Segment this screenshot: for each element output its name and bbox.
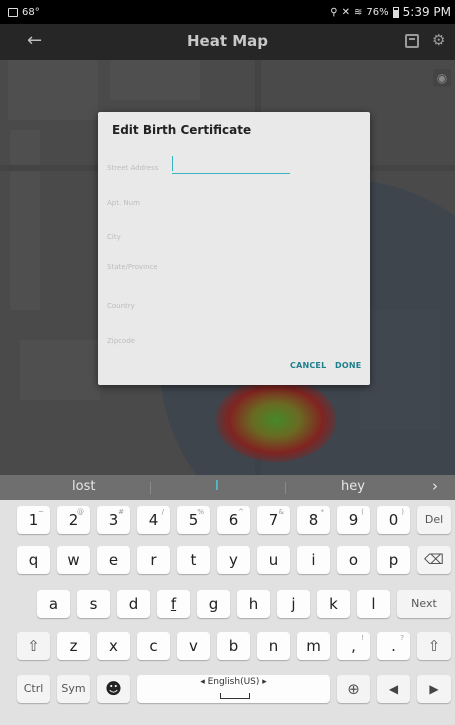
key-v[interactable]: v <box>177 632 210 660</box>
key-3[interactable]: 3 # <box>97 506 130 534</box>
gallery-notification-icon <box>8 7 18 17</box>
key-n[interactable]: n <box>257 632 290 660</box>
language-label: ◂ English(US) ▸ <box>200 677 267 687</box>
key-s[interactable]: s <box>77 590 110 618</box>
key-comma[interactable]: ,! <box>337 632 370 660</box>
wifi-icon: ≋ <box>354 6 363 18</box>
globe-icon[interactable]: ⊕ <box>337 675 370 703</box>
zipcode-field[interactable]: Zipcode <box>107 337 135 345</box>
apt-num-field[interactable]: Apt. Num <box>107 199 140 207</box>
suggestion-middle[interactable]: I <box>215 479 219 494</box>
key-z[interactable]: z <box>57 632 90 660</box>
battery-percent: 76% <box>366 6 389 18</box>
space-bar-icon <box>220 693 250 699</box>
my-location-icon[interactable]: ◉ <box>433 69 451 87</box>
mute-icon: ✕ <box>341 6 351 18</box>
key-e[interactable]: e <box>97 546 130 574</box>
suggestion-divider <box>150 482 151 494</box>
cursor-left-key[interactable]: ◀ <box>377 675 410 703</box>
key-d[interactable]: d <box>117 590 150 618</box>
key-0[interactable]: 0) <box>377 506 410 534</box>
text-cursor <box>172 156 173 171</box>
state-province-field[interactable]: State/Province <box>107 263 158 271</box>
key-w[interactable]: w <box>57 546 90 574</box>
temperature-text: 68° <box>22 6 40 18</box>
key-1[interactable]: 1 ~ <box>17 506 50 534</box>
suggestion-right[interactable]: hey <box>341 479 365 494</box>
key-f[interactable]: f <box>157 590 190 618</box>
battery-icon <box>392 6 399 18</box>
edit-birth-certificate-dialog: Edit Birth Certificate Street Address Ap… <box>98 112 370 385</box>
gear-icon[interactable]: ⚙ <box>432 31 445 49</box>
key-m[interactable]: m <box>297 632 330 660</box>
map-block <box>20 340 100 400</box>
key-k[interactable]: k <box>317 590 350 618</box>
key-7[interactable]: 7 & <box>257 506 290 534</box>
app-bar: ← Heat Map ⚙ <box>0 24 455 60</box>
map-block <box>110 60 200 100</box>
key-x[interactable]: x <box>97 632 130 660</box>
ctrl-key[interactable]: Ctrl <box>17 675 50 703</box>
sym-key[interactable]: Sym <box>57 675 90 703</box>
key-g[interactable]: g <box>197 590 230 618</box>
key-q[interactable]: q <box>17 546 50 574</box>
suggestion-expand-icon[interactable]: › <box>432 477 438 495</box>
key-j[interactable]: j <box>277 590 310 618</box>
key-5[interactable]: 5% <box>177 506 210 534</box>
location-icon: ⚲ <box>330 6 338 18</box>
key-h[interactable]: h <box>237 590 270 618</box>
street-address-input[interactable] <box>172 158 290 174</box>
key-a[interactable]: a <box>37 590 70 618</box>
key-period[interactable]: .? <box>377 632 410 660</box>
clock: 5:39 PM <box>402 5 451 19</box>
key-2[interactable]: 2 @ <box>57 506 90 534</box>
cancel-button[interactable]: CANCEL <box>290 361 326 370</box>
delete-key[interactable]: Del <box>417 506 451 534</box>
map-block <box>10 130 40 310</box>
dialog-title: Edit Birth Certificate <box>112 123 252 137</box>
suggestion-bar: lost I hey › <box>0 475 455 500</box>
street-address-label: Street Address <box>107 164 159 172</box>
key-u[interactable]: u <box>257 546 290 574</box>
suggestion-divider <box>285 482 286 494</box>
key-4[interactable]: 4/ <box>137 506 170 534</box>
key-9[interactable]: 9( <box>337 506 370 534</box>
cursor-right-key[interactable]: ▶ <box>417 675 451 703</box>
city-field[interactable]: City <box>107 233 121 241</box>
done-button[interactable]: DONE <box>335 361 361 370</box>
suggestion-left[interactable]: lost <box>72 479 95 494</box>
key-l[interactable]: l <box>357 590 390 618</box>
key-y[interactable]: y <box>217 546 250 574</box>
emoji-icon[interactable]: ☻ <box>97 675 130 703</box>
key-o[interactable]: o <box>337 546 370 574</box>
heat-spot <box>216 378 336 462</box>
next-key[interactable]: Next <box>397 590 451 618</box>
key-p[interactable]: p <box>377 546 410 574</box>
save-icon[interactable] <box>405 34 419 48</box>
key-b[interactable]: b <box>217 632 250 660</box>
country-field[interactable]: Country <box>107 302 135 310</box>
key-t[interactable]: t <box>177 546 210 574</box>
page-title: Heat Map <box>186 32 269 50</box>
map-block <box>8 60 98 120</box>
space-key[interactable]: ◂ English(US) ▸ <box>137 675 330 703</box>
key-8[interactable]: 8 * <box>297 506 330 534</box>
backspace-key[interactable]: ⌫ <box>417 546 451 574</box>
shift-left-key[interactable]: ⇧ <box>17 632 50 660</box>
shift-right-key[interactable]: ⇧ <box>417 632 451 660</box>
key-i[interactable]: i <box>297 546 330 574</box>
key-r[interactable]: r <box>137 546 170 574</box>
key-c[interactable]: c <box>137 632 170 660</box>
status-bar: 68° ⚲ ✕ ≋ 76% 5:39 PM <box>0 0 455 24</box>
key-6[interactable]: 6 ^ <box>217 506 250 534</box>
soft-keyboard: lost I hey › 1 ~ 2 @ 3 # 4/ 5% 6 ^ 7 & 8 * 9( … <box>0 475 455 725</box>
